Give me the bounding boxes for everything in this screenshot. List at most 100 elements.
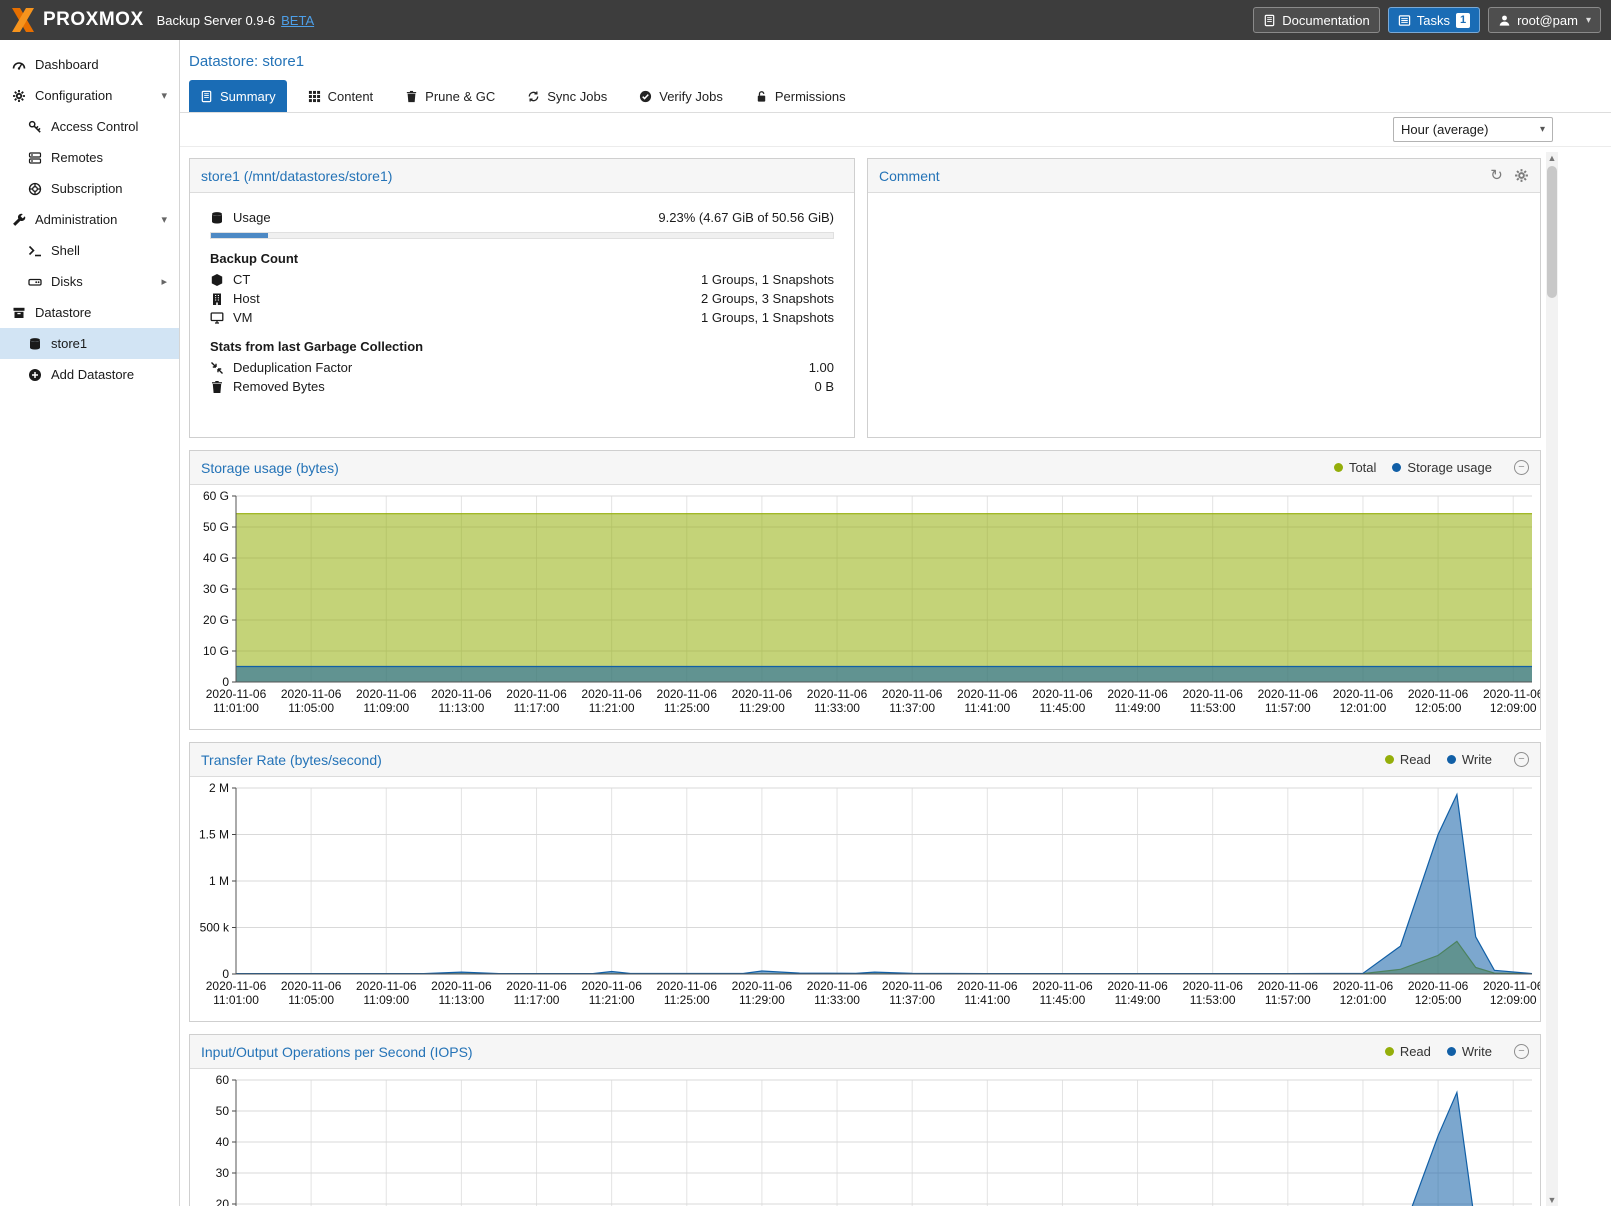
svg-text:20: 20 [216,1197,230,1206]
sidebar-item-store1[interactable]: store1 [0,328,179,359]
svg-text:60 G: 60 G [203,489,229,503]
collapse-button[interactable]: − [1514,1044,1529,1059]
legend-item-write[interactable]: Write [1447,1044,1492,1059]
svg-text:11:33:00: 11:33:00 [814,701,860,715]
timeframe-select[interactable]: Hour (average) ▾ [1393,117,1553,142]
svg-text:12:01:00: 12:01:00 [1340,993,1387,1007]
svg-text:11:17:00: 11:17:00 [514,993,560,1007]
chevron-down-icon: ▾ [1586,15,1591,26]
tab-verify-jobs[interactable]: Verify Jobs [628,80,734,112]
tab-sync-jobs[interactable]: Sync Jobs [516,80,618,112]
brand-text: PROXMOX [43,9,144,31]
scroll-down-arrow[interactable]: ▼ [1546,1194,1558,1206]
book-icon [200,90,213,103]
svg-text:2020-11-06: 2020-11-06 [356,687,417,701]
tab-label: Summary [220,89,276,104]
user-menu-button[interactable]: root@pam ▾ [1488,7,1601,33]
svg-text:2020-11-06: 2020-11-06 [1333,687,1394,701]
collapse-button[interactable]: − [1514,460,1529,475]
sidebar-item-remotes[interactable]: Remotes [0,142,179,173]
beta-link[interactable]: BETA [281,13,314,28]
sidebar-item-subscription[interactable]: Subscription [0,173,179,204]
svg-text:11:25:00: 11:25:00 [664,993,710,1007]
tab-content[interactable]: Content [297,80,385,112]
sidebar-item-administration[interactable]: Administration ▾ [0,204,179,235]
hdd-icon [28,275,42,289]
svg-text:11:49:00: 11:49:00 [1115,701,1161,715]
row-label: Removed Bytes [233,379,325,394]
usage-value: 9.23% (4.67 GiB of 50.56 GiB) [658,210,834,225]
iops-chart: 01020304050602020-11-0611:01:002020-11-0… [190,1069,1540,1206]
tasks-button[interactable]: Tasks 1 [1388,7,1480,33]
svg-text:11:09:00: 11:09:00 [363,993,409,1007]
svg-text:2020-11-06: 2020-11-06 [1258,979,1319,993]
app-root: PROXMOX Backup Server 0.9-6 BETA Documen… [0,0,1611,1206]
svg-text:2020-11-06: 2020-11-06 [1333,979,1394,993]
datastore-summary-panel: store1 (/mnt/datastores/store1) Usage 9.… [189,158,855,438]
svg-text:2020-11-06: 2020-11-06 [431,979,492,993]
panel-title: Comment [879,168,940,184]
key-icon [28,120,42,134]
scroll-content: store1 (/mnt/datastores/store1) Usage 9.… [180,147,1611,1206]
body-wrap: Dashboard Configuration ▾ Access Control… [0,40,1611,1206]
usage-row: Usage 9.23% (4.67 GiB of 50.56 GiB) [210,208,834,227]
tab-label: Content [328,89,374,104]
svg-text:12:05:00: 12:05:00 [1415,701,1462,715]
sidebar-item-label: Configuration [35,88,112,103]
svg-text:11:09:00: 11:09:00 [363,701,409,715]
refresh-icon[interactable]: ↻ [1489,168,1504,183]
sidebar-item-dashboard[interactable]: Dashboard [0,49,179,80]
product-version: Backup Server 0.9-6 [157,13,276,28]
user-icon [1498,14,1511,27]
sidebar-item-add-datastore[interactable]: Add Datastore [0,359,179,390]
sidebar-item-shell[interactable]: Shell [0,235,179,266]
sidebar-item-disks[interactable]: Disks ▸ [0,266,179,297]
usage-label: Usage [233,210,271,225]
legend-item-total[interactable]: Total [1334,460,1376,475]
minus-icon: − [1518,462,1524,473]
gear-icon[interactable] [1514,168,1529,183]
chevron-down-icon[interactable]: ▾ [161,89,167,102]
tab-summary[interactable]: Summary [189,80,287,112]
svg-text:2020-11-06: 2020-11-06 [581,979,642,993]
legend-item-read[interactable]: Read [1385,752,1431,767]
chevron-right-icon[interactable]: ▸ [161,275,167,288]
svg-text:2020-11-06: 2020-11-06 [1408,687,1469,701]
svg-text:2020-11-06: 2020-11-06 [506,979,567,993]
sidebar-item-access-control[interactable]: Access Control [0,111,179,142]
sidebar-item-label: store1 [51,336,87,351]
tab-prune-gc[interactable]: Prune & GC [394,80,506,112]
documentation-button[interactable]: Documentation [1253,7,1379,33]
svg-text:2020-11-06: 2020-11-06 [431,687,492,701]
sidebar-item-datastore[interactable]: Datastore [0,297,179,328]
legend-item-storage-usage[interactable]: Storage usage [1392,460,1492,475]
svg-text:12:01:00: 12:01:00 [1340,701,1387,715]
sidebar-item-label: Access Control [51,119,138,134]
sidebar: Dashboard Configuration ▾ Access Control… [0,40,180,1206]
svg-text:11:37:00: 11:37:00 [889,993,935,1007]
check-circle-icon [639,90,652,103]
legend-label: Storage usage [1407,460,1492,475]
svg-text:11:57:00: 11:57:00 [1265,701,1311,715]
svg-text:11:53:00: 11:53:00 [1190,993,1236,1007]
scroll-thumb[interactable] [1547,166,1557,298]
chart-title: Input/Output Operations per Second (IOPS… [201,1044,473,1060]
svg-text:2020-11-06: 2020-11-06 [807,687,868,701]
scroll-up-arrow[interactable]: ▲ [1546,152,1558,164]
book-icon [1263,14,1276,27]
collapse-button[interactable]: − [1514,752,1529,767]
compress-icon [210,361,224,375]
sidebar-item-label: Shell [51,243,80,258]
vertical-scrollbar[interactable]: ▲ ▼ [1546,152,1558,1206]
svg-text:11:29:00: 11:29:00 [739,701,785,715]
legend-dot [1385,1047,1394,1056]
sidebar-item-configuration[interactable]: Configuration ▾ [0,80,179,111]
legend-item-write[interactable]: Write [1447,752,1492,767]
legend-label: Read [1400,1044,1431,1059]
tab-permissions[interactable]: Permissions [744,80,857,112]
transfer-rate-chart: 0500 k1 M1.5 M2 M2020-11-0611:01:002020-… [190,777,1540,1021]
svg-text:10 G: 10 G [203,644,229,658]
svg-text:50: 50 [216,1104,230,1118]
chevron-down-icon[interactable]: ▾ [161,213,167,226]
legend-item-read[interactable]: Read [1385,1044,1431,1059]
